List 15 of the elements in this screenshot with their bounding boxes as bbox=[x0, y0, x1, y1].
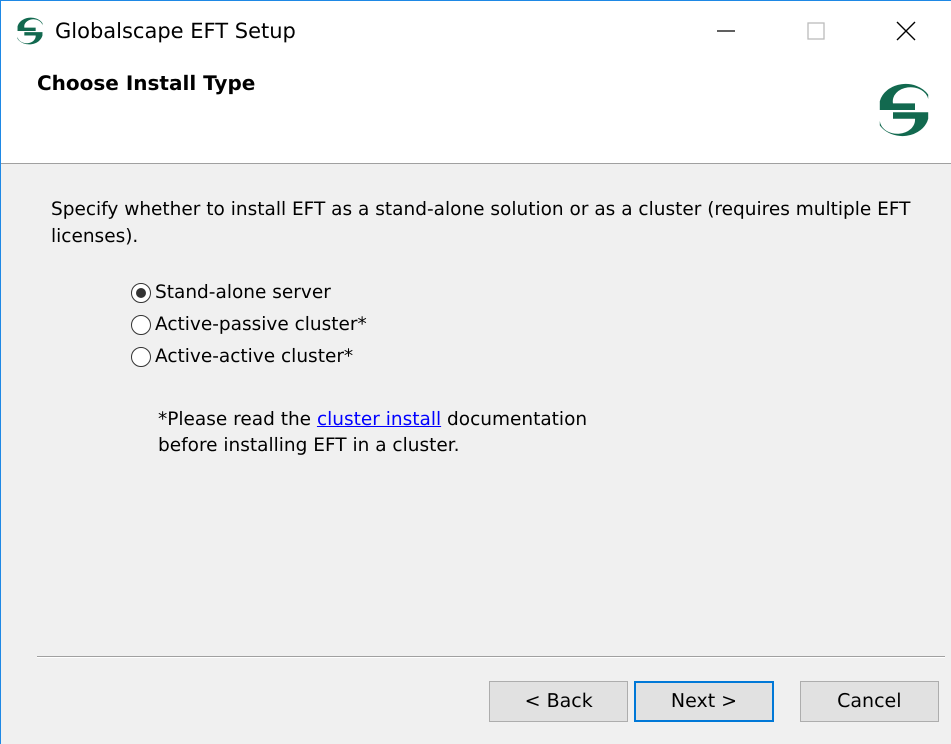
radio-button[interactable] bbox=[131, 282, 151, 302]
window-title: Globalscape EFT Setup bbox=[55, 19, 297, 43]
option-label[interactable]: Active-passive cluster* bbox=[155, 314, 367, 335]
cancel-button[interactable]: Cancel bbox=[800, 680, 939, 722]
next-button[interactable]: Next > bbox=[634, 680, 774, 722]
cluster-install-link[interactable]: cluster install bbox=[316, 409, 442, 430]
option-label[interactable]: Active-active cluster* bbox=[155, 346, 354, 367]
back-button[interactable]: < Back bbox=[489, 680, 628, 722]
note-text: *Please read the cluster install documentation before installing EFT in a cluster. bbox=[158, 408, 588, 458]
option-label[interactable]: Stand-alone server bbox=[155, 282, 331, 303]
page-title: Choose Install Type bbox=[37, 71, 256, 97]
radio-button[interactable] bbox=[131, 346, 151, 366]
description-text: Specify whether to install EFT as a stand-alone solution or as a cluster (requires multiple EFT licenses). bbox=[51, 198, 911, 249]
close-icon[interactable] bbox=[896, 21, 916, 41]
radio-button[interactable] bbox=[131, 314, 151, 334]
